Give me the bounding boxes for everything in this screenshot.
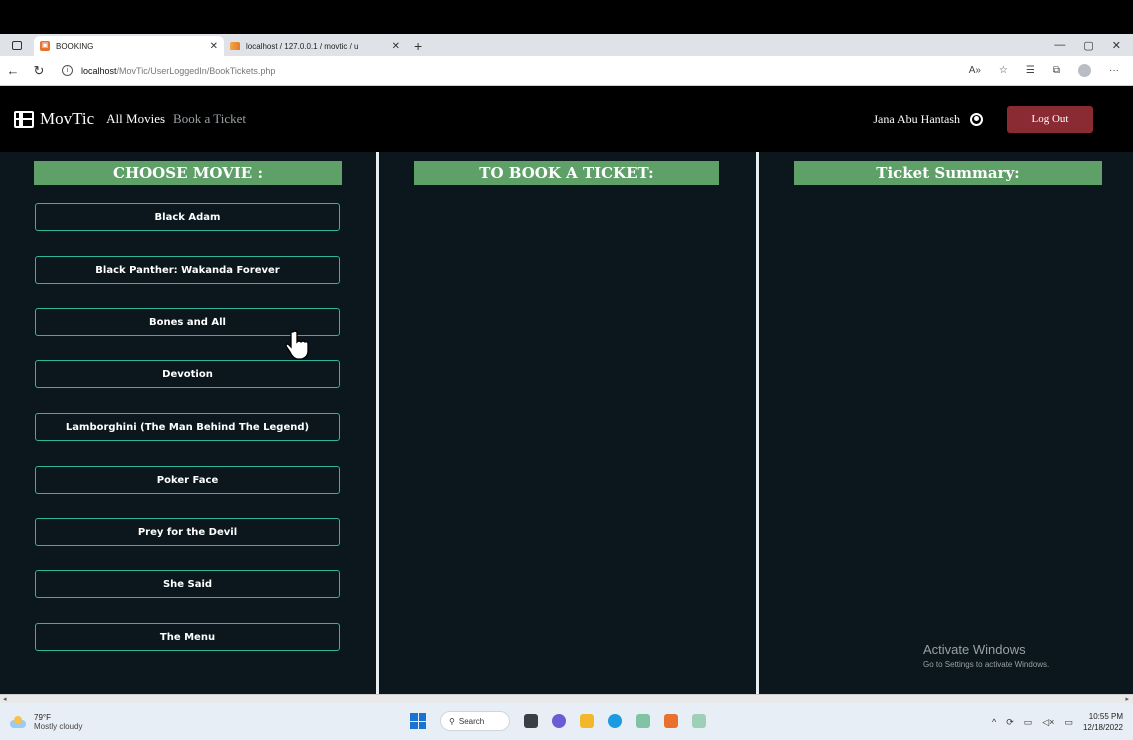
url-host: localhost (81, 65, 117, 76)
clock-time: 10:55 PM (1088, 712, 1123, 721)
browser-address-bar: ← ↻ i localhost/MovTic/UserLoggedIn/Book… (0, 56, 1133, 86)
user-name: Jana Abu Hantash (873, 111, 960, 126)
volume-icon[interactable]: ◁× (1042, 717, 1054, 728)
close-tab-icon[interactable]: ✕ (392, 41, 400, 52)
movie-button[interactable]: Black Panther: Wakanda Forever (35, 256, 340, 284)
site-navbar: MovTic All Movies Book a Ticket Jana Abu… (0, 86, 1133, 152)
collections-icon[interactable]: ⧉ (1053, 65, 1060, 76)
film-icon (14, 110, 34, 128)
movie-button[interactable]: Devotion (35, 360, 340, 388)
new-tab-button[interactable]: + (406, 36, 430, 56)
brand-logo[interactable]: MovTic (14, 109, 94, 129)
movie-button[interactable]: She Said (35, 570, 340, 598)
edge-browser-icon[interactable] (608, 714, 622, 728)
nav-link-book-ticket[interactable]: Book a Ticket (173, 111, 246, 127)
ticket-summary-heading: Ticket Summary: (794, 161, 1102, 185)
info-icon[interactable]: i (62, 65, 73, 76)
search-icon: ⚲ (449, 716, 455, 726)
horizontal-scrollbar[interactable]: ◂ ▸ (0, 694, 1133, 703)
logout-button[interactable]: Log Out (1007, 105, 1093, 133)
taskbar-apps: ⚲ Search (410, 711, 706, 731)
close-tab-icon[interactable]: ✕ (210, 41, 218, 52)
weather-condition: Mostly cloudy (34, 721, 83, 731)
window-controls: — ▢ ✕ (1054, 34, 1133, 56)
scroll-right-icon[interactable]: ▸ (1125, 695, 1129, 703)
watermark-title: Activate Windows (923, 642, 1026, 657)
task-view-icon[interactable] (524, 714, 538, 728)
tab-actions-button[interactable] (0, 34, 34, 56)
nav-link-all-movies[interactable]: All Movies (106, 111, 165, 127)
movtic-app: MovTic All Movies Book a Ticket Jana Abu… (0, 86, 1133, 694)
windows-taskbar: 79°F Mostly cloudy ⚲ Search ^ ⟳ ▭ ◁× ▭ 1… (0, 703, 1133, 740)
read-aloud-icon[interactable]: A» (969, 65, 981, 76)
scroll-left-icon[interactable]: ◂ (3, 695, 7, 703)
movie-button[interactable]: Prey for the Devil (35, 518, 340, 546)
tab-title: BOOKING (56, 41, 94, 51)
display-icon[interactable]: ▭ (1024, 717, 1033, 728)
movie-button[interactable]: Lamborghini (The Man Behind The Legend) (35, 413, 340, 441)
chevron-up-icon[interactable]: ^ (992, 717, 996, 727)
url-path: /MovTic/UserLoggedIn/BookTickets.php (116, 65, 276, 76)
hand-cursor-icon (285, 330, 309, 360)
close-window-icon[interactable]: ✕ (1112, 39, 1121, 52)
tab-title: localhost / 127.0.0.1 / movtic / u (246, 41, 359, 51)
file-explorer-icon[interactable] (580, 714, 594, 728)
browser-tab-booking[interactable]: ▣ BOOKING ✕ (34, 36, 224, 56)
favorites-list-icon[interactable]: ☰ (1026, 65, 1035, 76)
user-account-icon[interactable] (970, 112, 983, 126)
screen-top-bezel (0, 0, 1133, 34)
refresh-icon[interactable]: ↻ (26, 63, 52, 79)
book-ticket-heading: TO BOOK A TICKET: (414, 161, 719, 185)
more-menu-icon[interactable]: ··· (1109, 65, 1119, 76)
ticket-summary-column: Ticket Summary: (759, 152, 1133, 694)
weather-temperature: 79°F (34, 712, 51, 722)
browser-tab-phpmyadmin[interactable]: localhost / 127.0.0.1 / movtic / u ✕ (224, 36, 406, 56)
favorite-star-icon[interactable]: ☆ (999, 65, 1008, 76)
booking-favicon-icon: ▣ (40, 41, 50, 51)
choose-movie-heading: CHOOSE MOVIE : (34, 161, 342, 185)
battery-icon[interactable]: ▭ (1064, 717, 1073, 728)
notepad-icon[interactable] (692, 714, 706, 728)
system-clock[interactable]: 10:55 PM 12/18/2022 (1083, 711, 1123, 733)
book-ticket-column: TO BOOK A TICKET: (379, 152, 756, 694)
brand-name: MovTic (40, 109, 95, 128)
profile-avatar-icon[interactable] (1078, 64, 1091, 77)
minimize-icon[interactable]: — (1054, 39, 1065, 51)
activate-windows-watermark: Activate Windows Go to Settings to activ… (923, 642, 1049, 669)
back-arrow-icon[interactable]: ← (0, 63, 26, 78)
system-tray: ^ ⟳ ▭ ◁× ▭ 10:55 PM 12/18/2022 (992, 711, 1123, 733)
tab-actions-icon (12, 40, 22, 50)
network-icon[interactable]: ⟳ (1006, 717, 1014, 728)
search-label: Search (458, 716, 485, 726)
windows-start-icon[interactable] (410, 713, 426, 729)
choose-movie-column: CHOOSE MOVIE : Black Adam Black Panther:… (0, 152, 376, 694)
clock-date: 12/18/2022 (1082, 723, 1123, 732)
partly-cloudy-icon (10, 715, 28, 728)
browser-tab-strip: ▣ BOOKING ✕ localhost / 127.0.0.1 / movt… (0, 34, 1133, 56)
movie-button[interactable]: Poker Face (35, 466, 340, 494)
url-input[interactable]: localhost/MovTic/UserLoggedIn/BookTicket… (81, 66, 275, 76)
chat-icon[interactable] (552, 714, 566, 728)
weather-widget[interactable]: 79°F Mostly cloudy (10, 713, 170, 731)
taskbar-search[interactable]: ⚲ Search (440, 711, 510, 731)
address-bar-actions: A» ☆ ☰ ⧉ ··· (969, 64, 1133, 77)
xampp-icon[interactable] (664, 714, 678, 728)
movie-button[interactable]: The Menu (35, 623, 340, 651)
notepad-icon[interactable] (636, 714, 650, 728)
restore-icon[interactable]: ▢ (1083, 39, 1093, 52)
watermark-subtitle: Go to Settings to activate Windows. (923, 660, 1050, 669)
phpmyadmin-favicon-icon (230, 42, 240, 50)
user-info: Jana Abu Hantash (873, 112, 983, 127)
movie-button[interactable]: Black Adam (35, 203, 340, 231)
